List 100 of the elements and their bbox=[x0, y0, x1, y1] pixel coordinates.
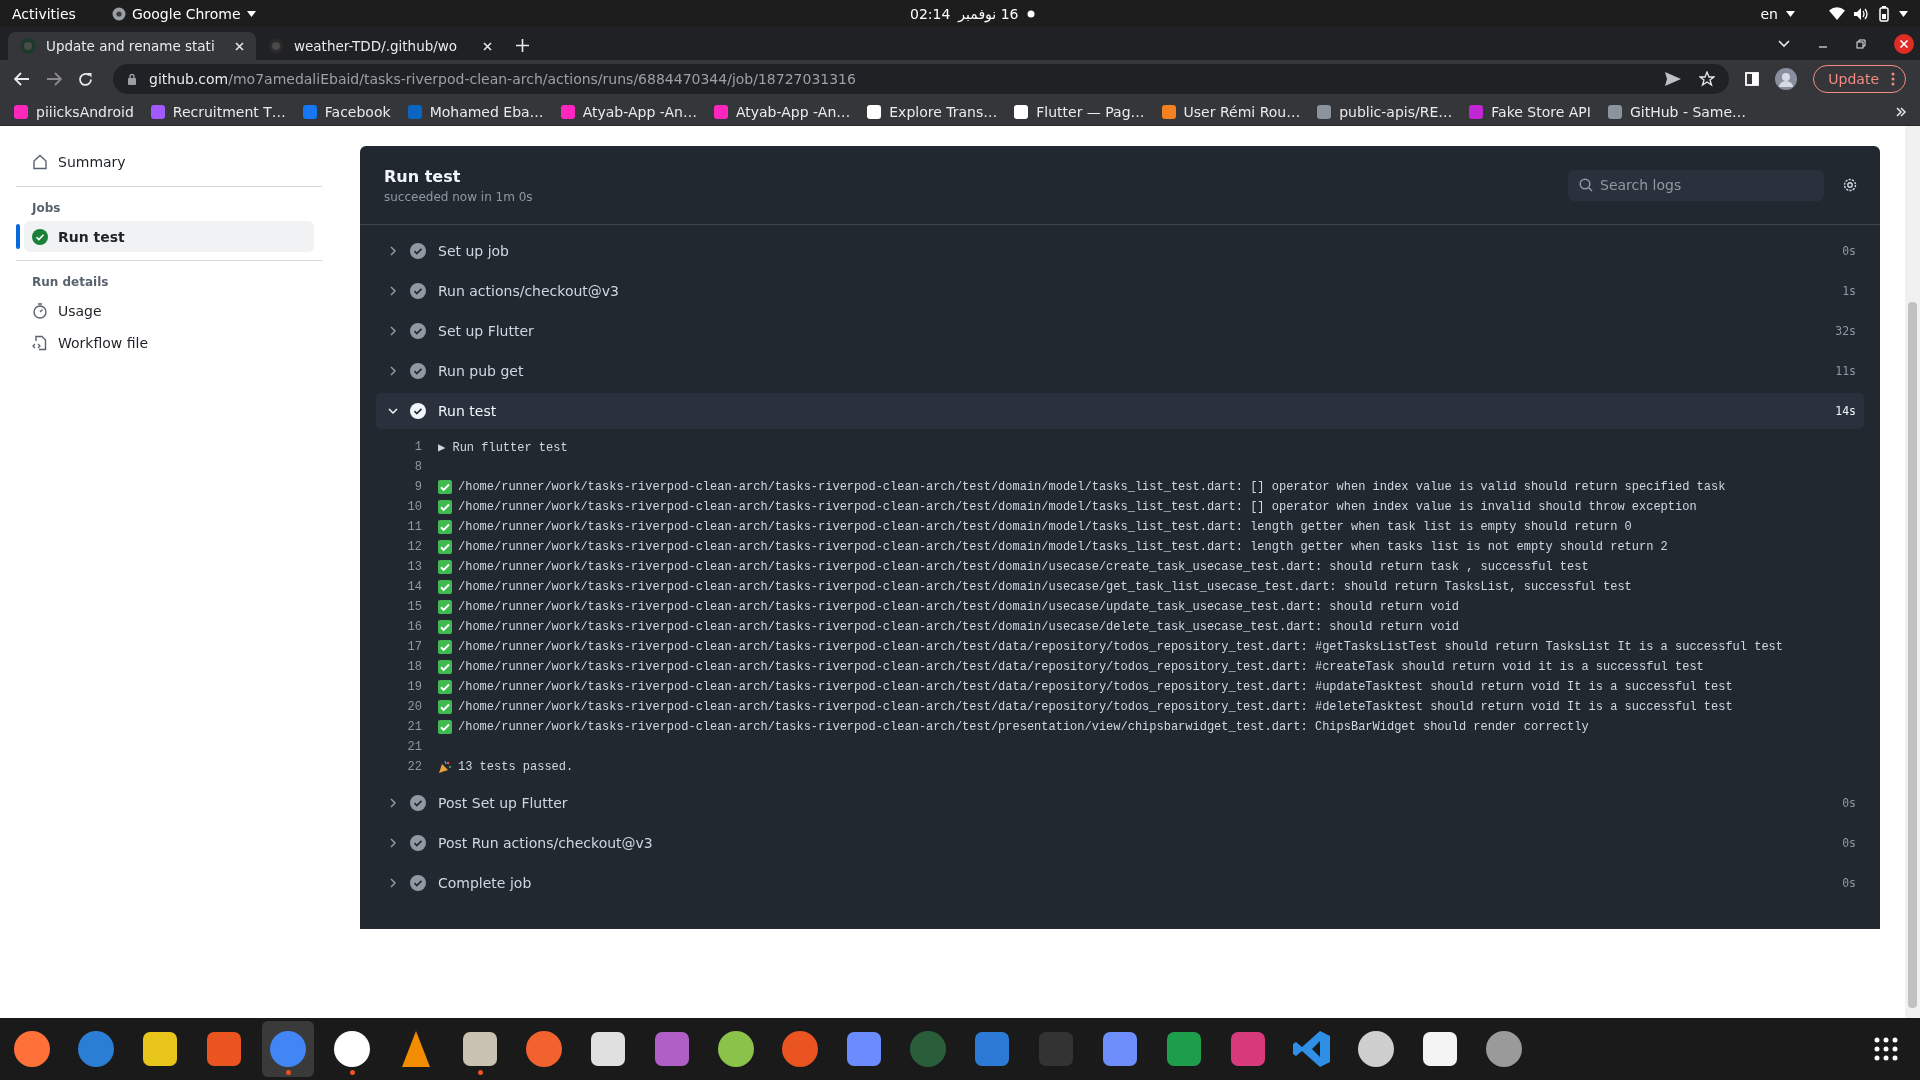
line-number: 20 bbox=[406, 700, 422, 714]
job-title: Run test bbox=[384, 166, 462, 186]
clock-text[interactable]: 02:14 bbox=[910, 5, 951, 22]
close-icon[interactable] bbox=[1894, 33, 1914, 54]
log-group-toggle[interactable]: ▶ Run flutter test bbox=[438, 439, 568, 455]
check-circle-icon bbox=[410, 403, 426, 419]
check-mark-icon bbox=[438, 560, 452, 574]
check-mark-icon bbox=[438, 640, 452, 654]
bookmark-item[interactable]: piiicksAndroid bbox=[14, 103, 134, 120]
bookmark-item[interactable]: User Rémi Rou… bbox=[1161, 103, 1301, 120]
step-row[interactable]: Run pub get 11s bbox=[376, 353, 1864, 389]
app-icon bbox=[716, 1029, 756, 1069]
chevron-icon bbox=[388, 878, 398, 888]
success-icon bbox=[32, 228, 48, 245]
chrome-icon bbox=[111, 6, 126, 21]
check-mark-icon bbox=[438, 580, 452, 594]
file-code-icon bbox=[32, 335, 48, 351]
check-circle-icon bbox=[410, 875, 426, 891]
app-icon bbox=[588, 1029, 628, 1069]
chevron-icon bbox=[388, 798, 398, 808]
avatar-icon[interactable] bbox=[1775, 68, 1798, 90]
volume-icon[interactable] bbox=[1853, 6, 1869, 21]
wifi-icon[interactable] bbox=[1829, 7, 1845, 20]
log-text: /home/runner/work/tasks-riverpod-clean-arch/tasks-riverpod-clean-arch/test/domain/usecase/update_task_usecase_test.dart: should return void bbox=[458, 600, 1459, 614]
chevron-down-icon[interactable] bbox=[1778, 39, 1790, 48]
line-number: 10 bbox=[406, 500, 422, 514]
bookmark-item[interactable]: GitHub - Same… bbox=[1607, 103, 1747, 120]
forward-icon[interactable] bbox=[46, 72, 62, 86]
log-text: /home/runner/work/tasks-riverpod-clean-arch/tasks-riverpod-clean-arch/test/data/repository/todos_repository_test.dart: #createTask should return void it is a successful test bbox=[458, 660, 1704, 674]
app-icon bbox=[1420, 1029, 1460, 1069]
settings-icon[interactable] bbox=[1842, 177, 1858, 193]
log-text: /home/runner/work/tasks-riverpod-clean-arch/tasks-riverpod-clean-arch/test/domain/model/tasks_list_test.dart: length getter when task list is empty should return 0 bbox=[458, 520, 1632, 534]
check-circle-icon bbox=[410, 795, 426, 811]
bookmark-item[interactable]: Atyab-App -An… bbox=[713, 103, 851, 120]
app-icon bbox=[204, 1029, 244, 1069]
step-row[interactable]: Set up job 0s bbox=[376, 233, 1864, 269]
language-indicator[interactable]: en bbox=[1760, 5, 1778, 22]
browser-tab[interactable]: Update and rename stati bbox=[8, 32, 256, 60]
check-mark-icon bbox=[438, 660, 452, 674]
details-link[interactable]: Usage bbox=[16, 295, 314, 327]
browser-tab[interactable]: weather-TDD/.github/wo bbox=[256, 32, 504, 60]
line-number: 15 bbox=[406, 600, 422, 614]
log-text: /home/runner/work/tasks-riverpod-clean-arch/tasks-riverpod-clean-arch/test/domain/usecase/get_task_list_usecase_test.dart: should return TasksList, successful test bbox=[458, 580, 1632, 594]
send-icon[interactable] bbox=[1665, 72, 1682, 86]
side-panel-icon[interactable] bbox=[1745, 72, 1760, 86]
step-row[interactable]: Run actions/checkout@v3 1s bbox=[376, 273, 1864, 309]
chevron-icon bbox=[388, 406, 398, 416]
home-icon bbox=[32, 154, 48, 170]
bookmark-item[interactable]: Recruitment T… bbox=[150, 103, 286, 120]
section-heading: Run details bbox=[31, 274, 110, 291]
address-bar[interactable]: github.com/mo7amedaliEbaid/tasks-riverpod-clean-arch/actions/runs/6884470344/job/18727031316 bbox=[113, 64, 1730, 94]
app-icon bbox=[1164, 1029, 1204, 1069]
app-icon bbox=[844, 1029, 884, 1069]
scrollbar-thumb[interactable] bbox=[1908, 302, 1917, 1008]
step-row[interactable]: Post Run actions/checkout@v3 0s bbox=[376, 825, 1864, 861]
activities-button[interactable]: Activities bbox=[12, 5, 76, 22]
check-circle-icon bbox=[410, 283, 426, 299]
app-grid-icon[interactable] bbox=[1874, 1037, 1898, 1061]
caret-icon[interactable] bbox=[1899, 10, 1908, 17]
step-row[interactable]: Post Set up Flutter 0s bbox=[376, 785, 1864, 821]
more-icon[interactable] bbox=[1891, 72, 1895, 86]
bookmark-item[interactable]: Mohamed Eba… bbox=[407, 103, 544, 120]
step-row[interactable]: Set up Flutter 32s bbox=[376, 313, 1864, 349]
search-field[interactable]: Search logs bbox=[1568, 169, 1824, 201]
details-link[interactable]: Workflow file bbox=[16, 327, 314, 359]
close-icon[interactable] bbox=[483, 41, 492, 51]
party-popper-icon bbox=[438, 760, 452, 774]
bookmark-item[interactable]: Explore Trans… bbox=[867, 103, 998, 120]
app-menu-label[interactable]: Google Chrome bbox=[131, 5, 241, 22]
bookmark-item[interactable]: Facebook bbox=[302, 103, 391, 120]
app-icon bbox=[140, 1029, 180, 1069]
line-number: 17 bbox=[406, 640, 422, 654]
star-icon[interactable] bbox=[1699, 71, 1716, 87]
app-icon bbox=[76, 1029, 116, 1069]
app-icon bbox=[1100, 1029, 1140, 1069]
chevron-icon bbox=[388, 246, 398, 256]
bookmark-item[interactable]: Flutter — Pag… bbox=[1014, 103, 1145, 120]
restore-icon[interactable] bbox=[1856, 38, 1866, 49]
app-icon bbox=[268, 1029, 308, 1069]
bookmark-item[interactable]: public-apis/RE… bbox=[1317, 103, 1453, 120]
summary-link[interactable]: Summary bbox=[16, 146, 314, 178]
step-row[interactable]: Complete job 0s bbox=[376, 865, 1864, 901]
battery-icon[interactable] bbox=[1877, 5, 1891, 22]
step-row[interactable]: Run test 14s bbox=[376, 393, 1864, 429]
job-status-text: succeeded now in 1m 0s bbox=[384, 189, 534, 204]
date-text[interactable]: 16 نوفمبر bbox=[958, 5, 1019, 22]
chevron-double-icon[interactable] bbox=[1896, 106, 1906, 117]
bookmark-item[interactable]: Fake Store API bbox=[1469, 103, 1591, 120]
line-number: 13 bbox=[406, 560, 422, 574]
new-tab-icon[interactable] bbox=[516, 39, 529, 52]
log-text: /home/runner/work/tasks-riverpod-clean-arch/tasks-riverpod-clean-arch/test/domain/model/tasks_list_test.dart: [] operator when index value is invalid should throw exception bbox=[458, 500, 1697, 514]
scrollbar[interactable] bbox=[1905, 126, 1920, 1018]
search-icon bbox=[1579, 177, 1593, 192]
reload-icon[interactable] bbox=[78, 71, 93, 87]
line-number: 14 bbox=[406, 580, 422, 594]
back-icon[interactable] bbox=[14, 72, 30, 86]
check-mark-icon bbox=[438, 540, 452, 554]
close-icon[interactable] bbox=[235, 41, 244, 51]
app-icon bbox=[332, 1029, 372, 1069]
bookmark-item[interactable]: Atyab-App -An… bbox=[560, 103, 697, 120]
